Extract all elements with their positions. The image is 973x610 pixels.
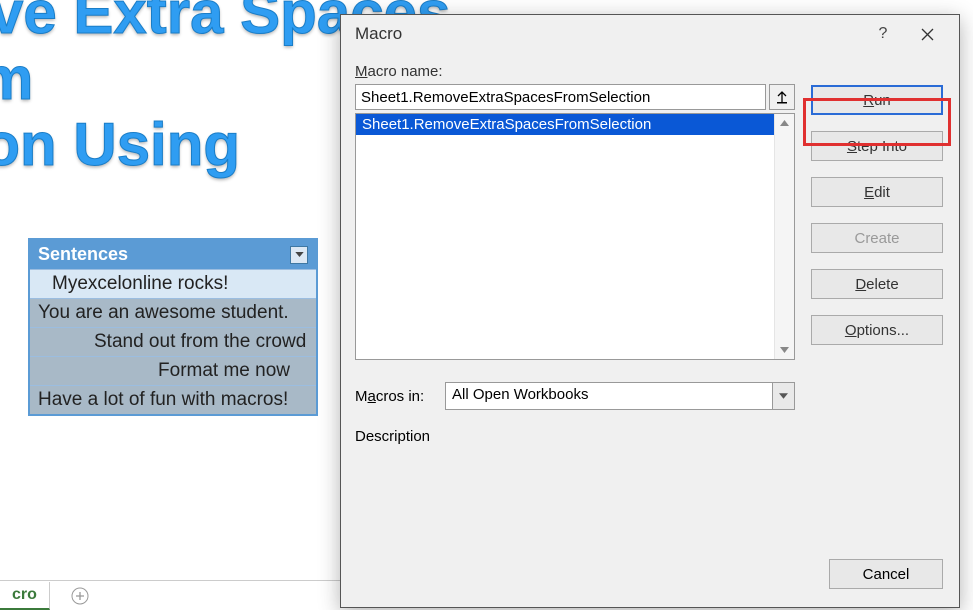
scroll-up-icon[interactable] [780, 114, 789, 132]
options-button[interactable]: Options... [811, 315, 943, 345]
macro-dialog: Macro ? Macro name: Sheet1.RemoveExtraSp… [340, 14, 960, 608]
dialog-title: Macro [355, 24, 861, 44]
macro-list-item[interactable]: Sheet1.RemoveExtraSpacesFromSelection [356, 114, 774, 135]
step-into-button[interactable]: Step Into [811, 131, 943, 161]
run-button[interactable]: Run [811, 85, 943, 115]
active-sheet-tab[interactable]: cro [0, 582, 50, 610]
add-sheet-button[interactable] [66, 582, 94, 610]
table-header-label: Sentences [38, 244, 128, 265]
macros-in-combo[interactable]: All Open Workbooks [445, 382, 795, 410]
table-header[interactable]: Sentences [30, 240, 316, 269]
spreadsheet-table: Sentences Myexcelonline rocks! You are a… [28, 238, 318, 416]
sheet-tabs: cro [0, 580, 340, 610]
description-label: Description [355, 428, 795, 445]
cancel-button[interactable]: Cancel [829, 559, 943, 589]
list-scrollbar[interactable] [774, 114, 794, 359]
reference-button[interactable] [769, 84, 795, 110]
edit-button[interactable]: Edit [811, 177, 943, 207]
close-button[interactable] [905, 20, 949, 48]
table-row[interactable]: Stand out from the crowd [30, 327, 316, 356]
combo-arrow-icon[interactable] [772, 383, 794, 409]
macros-in-value: All Open Workbooks [446, 383, 772, 409]
macro-list[interactable]: Sheet1.RemoveExtraSpacesFromSelection [355, 113, 795, 360]
table-row[interactable]: Format me now [30, 356, 316, 385]
create-button: Create [811, 223, 943, 253]
table-row[interactable]: Myexcelonline rocks! [30, 269, 316, 298]
help-button[interactable]: ? [861, 20, 905, 48]
macro-name-input[interactable] [355, 84, 766, 110]
table-row[interactable]: You are an awesome student. [30, 298, 316, 327]
filter-dropdown-icon[interactable] [290, 246, 308, 264]
table-row[interactable]: Have a lot of fun with macros! [30, 385, 316, 414]
scroll-down-icon[interactable] [780, 341, 789, 359]
dialog-titlebar[interactable]: Macro ? [341, 15, 959, 53]
delete-button[interactable]: Delete [811, 269, 943, 299]
macros-in-label: Macros in: [355, 388, 433, 405]
macro-name-label: Macro name: [355, 63, 795, 80]
